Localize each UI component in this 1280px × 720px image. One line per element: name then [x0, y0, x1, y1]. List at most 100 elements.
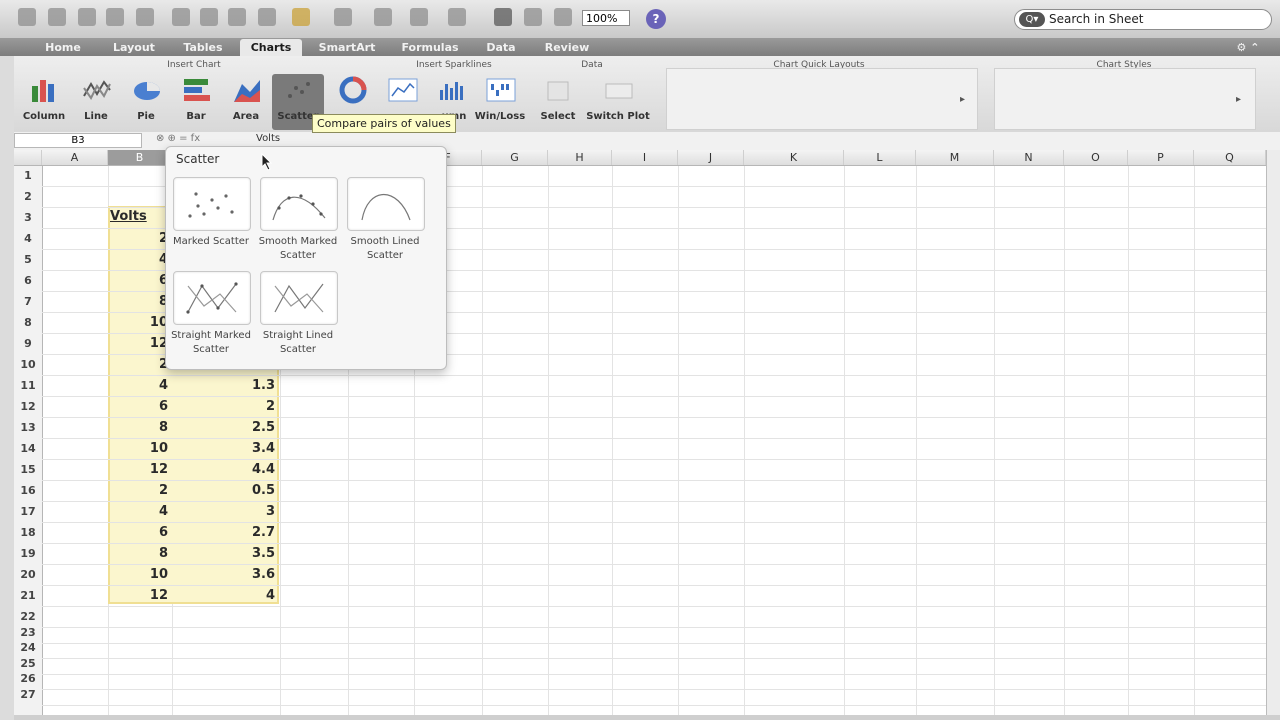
column-header[interactable]: N: [994, 150, 1064, 165]
cell-volts[interactable]: 6: [110, 525, 168, 540]
cell-volts[interactable]: 10: [110, 441, 168, 456]
row-header[interactable]: 7: [14, 295, 42, 308]
tab-layout[interactable]: Layout: [104, 39, 164, 56]
row-header[interactable]: 22: [14, 610, 42, 623]
cell-value[interactable]: 3.4: [174, 441, 275, 456]
row-header[interactable]: 24: [14, 641, 42, 654]
column-header[interactable]: I: [612, 150, 678, 165]
column-header[interactable]: Q: [1194, 150, 1266, 165]
row-header[interactable]: 9: [14, 337, 42, 350]
row-header[interactable]: 26: [14, 672, 42, 685]
row-header[interactable]: 10: [14, 358, 42, 371]
cell-volts[interactable]: 12: [110, 462, 168, 477]
help-icon[interactable]: ?: [646, 9, 666, 29]
smooth-lined-scatter-option[interactable]: Smooth Lined Scatter: [345, 177, 425, 261]
save-icon[interactable]: [106, 8, 124, 26]
column-chart-button[interactable]: Column: [18, 74, 70, 130]
cell-volts[interactable]: 12: [110, 588, 168, 603]
cell-volts[interactable]: 10: [110, 315, 168, 330]
area-chart-button[interactable]: Area: [220, 74, 272, 130]
template-icon[interactable]: [48, 8, 66, 26]
row-header[interactable]: 16: [14, 484, 42, 497]
format-painter-icon[interactable]: [258, 8, 276, 26]
column-header[interactable]: H: [548, 150, 612, 165]
row-header[interactable]: 4: [14, 232, 42, 245]
search-icon[interactable]: Q▾: [1019, 12, 1045, 27]
cell-volts[interactable]: 4: [110, 378, 168, 393]
cell-value[interactable]: 3.6: [174, 567, 275, 582]
row-header[interactable]: 13: [14, 421, 42, 434]
copy-icon[interactable]: [200, 8, 218, 26]
tab-review[interactable]: Review: [536, 39, 598, 56]
row-header[interactable]: 21: [14, 589, 42, 602]
open-icon[interactable]: [78, 8, 96, 26]
autosum-icon[interactable]: [374, 8, 392, 26]
cell-value[interactable]: 3: [174, 504, 275, 519]
cell-volts[interactable]: 8: [110, 420, 168, 435]
tab-home[interactable]: Home: [34, 39, 92, 56]
straight-lined-scatter-option[interactable]: Straight Lined Scatter: [258, 271, 338, 355]
chart-styles-gallery[interactable]: [994, 68, 1256, 130]
cell-volts[interactable]: 6: [110, 399, 168, 414]
marked-scatter-option[interactable]: Marked Scatter: [171, 177, 251, 261]
name-box[interactable]: B3: [14, 133, 142, 148]
cell-volts[interactable]: 2: [110, 357, 168, 372]
quick-layouts-gallery[interactable]: [666, 68, 978, 130]
cell-value[interactable]: 2: [174, 399, 275, 414]
row-header[interactable]: 11: [14, 379, 42, 392]
toolbox-icon[interactable]: [524, 8, 542, 26]
cell-value[interactable]: 2.7: [174, 525, 275, 540]
new-icon[interactable]: [18, 8, 36, 26]
cell-value[interactable]: 1.3: [174, 378, 275, 393]
row-header[interactable]: 17: [14, 505, 42, 518]
column-header[interactable]: M: [916, 150, 994, 165]
ribbon-options-icon[interactable]: ⚙ ⌃: [1228, 39, 1268, 56]
cell-volts[interactable]: 8: [110, 294, 168, 309]
select-data-button[interactable]: Select: [532, 74, 584, 130]
row-header[interactable]: 27: [14, 688, 42, 701]
cut-icon[interactable]: [172, 8, 190, 26]
cell-volts[interactable]: 8: [110, 546, 168, 561]
row-header[interactable]: 6: [14, 274, 42, 287]
row-header[interactable]: 5: [14, 253, 42, 266]
row-header[interactable]: 14: [14, 442, 42, 455]
column-header[interactable]: J: [678, 150, 744, 165]
paste-icon[interactable]: [228, 8, 246, 26]
sort-descending-icon[interactable]: [448, 8, 466, 26]
winloss-button[interactable]: Win/Loss: [474, 74, 526, 130]
tab-smartart[interactable]: SmartArt: [310, 39, 384, 56]
row-header[interactable]: 2: [14, 190, 42, 203]
cell-value[interactable]: 4.4: [174, 462, 275, 477]
row-header[interactable]: 1: [14, 169, 42, 182]
gallery-icon[interactable]: [494, 8, 512, 26]
tab-formulas[interactable]: Formulas: [394, 39, 466, 56]
row-header[interactable]: 23: [14, 626, 42, 639]
volts-header-cell[interactable]: Volts: [110, 209, 147, 224]
column-header[interactable]: A: [42, 150, 108, 165]
switch-plot-button[interactable]: Switch Plot: [586, 74, 650, 130]
row-header[interactable]: 25: [14, 657, 42, 670]
cell-volts[interactable]: 10: [110, 567, 168, 582]
horizontal-scrollbar[interactable]: [14, 715, 1280, 720]
formula-buttons-icon[interactable]: ⊗ ⊕ = fx: [156, 133, 200, 144]
sort-ascending-icon[interactable]: [410, 8, 428, 26]
cell-volts[interactable]: 4: [110, 252, 168, 267]
undo-icon[interactable]: [292, 8, 310, 26]
tab-charts[interactable]: Charts: [240, 39, 302, 56]
quick-layouts-next-icon[interactable]: ▸: [960, 94, 965, 105]
search-input[interactable]: Q▾ Search in Sheet: [1014, 9, 1272, 30]
column-header[interactable]: O: [1064, 150, 1128, 165]
column-header[interactable]: P: [1128, 150, 1194, 165]
straight-marked-scatter-option[interactable]: Straight Marked Scatter: [171, 271, 251, 355]
column-header[interactable]: L: [844, 150, 916, 165]
column-header[interactable]: G: [482, 150, 548, 165]
print-icon[interactable]: [136, 8, 154, 26]
row-header[interactable]: 3: [14, 211, 42, 224]
cell-value[interactable]: 3.5: [174, 546, 275, 561]
media-icon[interactable]: [554, 8, 572, 26]
row-header[interactable]: 19: [14, 547, 42, 560]
row-header[interactable]: 20: [14, 568, 42, 581]
cell-value[interactable]: 0.5: [174, 483, 275, 498]
select-all-corner[interactable]: [14, 150, 42, 165]
cell-volts[interactable]: 12: [110, 336, 168, 351]
